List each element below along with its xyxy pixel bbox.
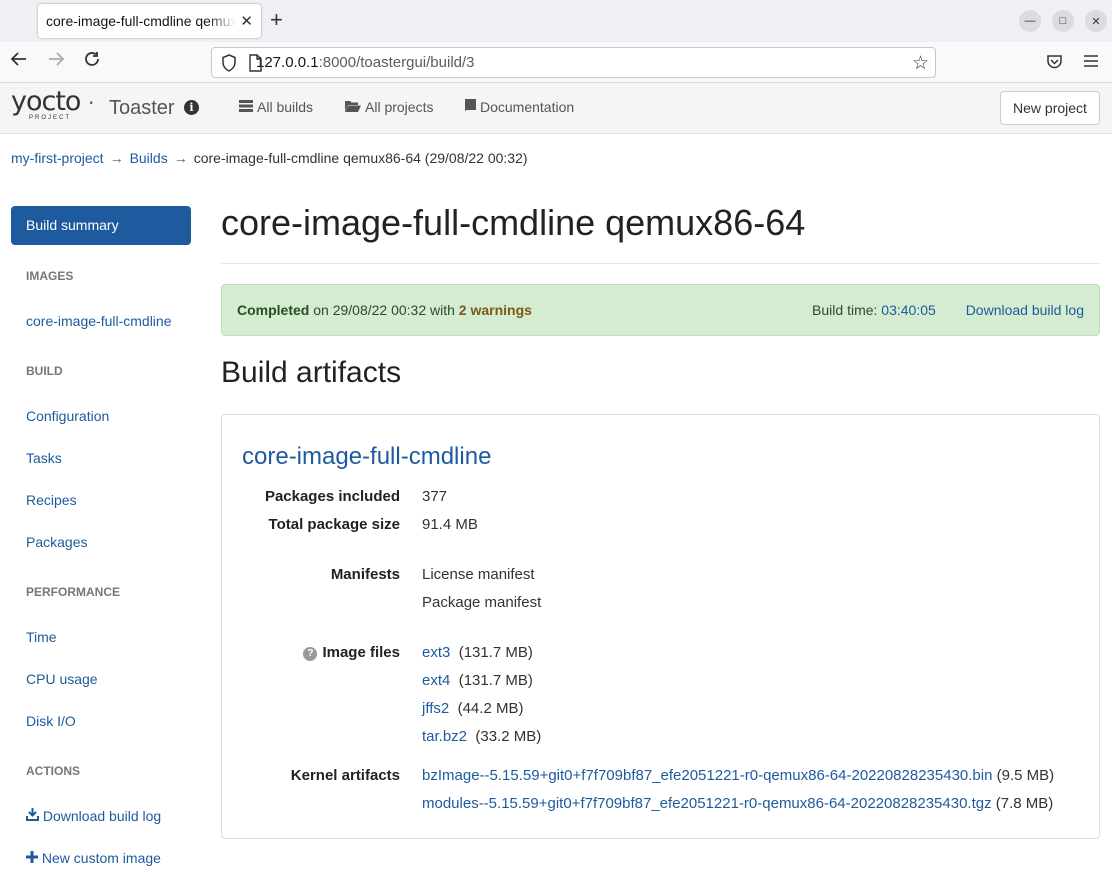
tasks-icon [239, 99, 253, 115]
download-icon [26, 808, 39, 824]
book-icon [464, 99, 476, 115]
title-divider [221, 263, 1100, 264]
sidebar-item-packages[interactable]: Packages [26, 534, 87, 550]
close-tab-icon[interactable]: ✕ [240, 12, 253, 30]
page-icon[interactable] [248, 54, 262, 75]
url-text: 127.0.0.1:8000/toastergui/build/3 [256, 54, 475, 71]
artifacts-heading: Build artifacts [221, 356, 402, 389]
sidebar-heading-performance: PERFORMANCE [26, 585, 121, 599]
app-title[interactable]: Toaster [109, 97, 175, 120]
download-build-log-link[interactable]: Download build log [966, 302, 1084, 318]
close-window-icon[interactable]: ✕ [1085, 10, 1107, 32]
nav-documentation[interactable]: Documentation [464, 99, 574, 115]
sidebar-item-build-summary[interactable]: Build summary [11, 206, 191, 245]
breadcrumb-separator: → [109, 150, 124, 166]
size-value: 91.4 MB [422, 516, 478, 533]
info-icon[interactable]: i [184, 100, 199, 115]
image-file-link[interactable]: ext4 [422, 672, 450, 689]
new-project-button[interactable]: New project [1000, 91, 1100, 125]
back-icon[interactable] [10, 50, 28, 74]
pocket-icon[interactable] [1046, 52, 1063, 76]
sidebar-action-new-custom-image[interactable]: New custom image [26, 850, 161, 866]
sidebar-heading-images: IMAGES [26, 269, 74, 283]
status-label: Completed [237, 302, 310, 318]
kernel-artifact-link[interactable]: bzImage--5.15.59+git0+f7f709bf87_efe2051… [422, 767, 992, 784]
toaster-header: yocto · PROJECT Toaster i All builds All… [0, 83, 1112, 134]
image-file-item: ext3 (131.7 MB) [422, 644, 533, 661]
breadcrumb-current: core-image-full-cmdline qemux86-64 (29/0… [193, 150, 528, 166]
build-status-alert: Completed on 29/08/22 00:32 with 2 warni… [221, 284, 1100, 336]
folder-open-icon [345, 100, 361, 115]
image-file-item: tar.bz2 (33.2 MB) [422, 728, 542, 745]
browser-tab-bar: core-image-full-cmdline qemux86-64 ✕ + —… [0, 0, 1112, 42]
build-time-label: Build time: [812, 302, 878, 318]
build-time-area: Build time: 03:40:05 Download build log [812, 302, 1084, 318]
breadcrumb-separator: → [173, 150, 188, 166]
artifacts-panel: core-image-full-cmdline Packages include… [221, 414, 1100, 839]
image-file-link[interactable]: ext3 [422, 644, 450, 661]
kernel-artifacts-label: Kernel artifacts [290, 767, 400, 784]
breadcrumb: my-first-project → Builds → core-image-f… [11, 150, 528, 166]
breadcrumb-builds[interactable]: Builds [130, 150, 168, 166]
image-file-item: ext4 (131.7 MB) [422, 672, 533, 689]
forward-icon[interactable] [47, 50, 65, 74]
build-status-text: Completed on 29/08/22 00:32 with 2 warni… [237, 302, 532, 318]
sidebar-item-configuration[interactable]: Configuration [26, 408, 109, 424]
reload-icon[interactable] [83, 50, 101, 74]
image-file-link[interactable]: tar.bz2 [422, 728, 467, 745]
package-manifest-link[interactable]: Package manifest [422, 594, 541, 611]
nav-all-builds[interactable]: All builds [239, 99, 313, 115]
shield-icon[interactable] [221, 54, 237, 75]
sidebar-item-disk-io[interactable]: Disk I/O [26, 713, 76, 729]
kernel-artifact-item: bzImage--5.15.59+git0+f7f709bf87_efe2051… [422, 767, 1055, 784]
plus-icon [26, 850, 38, 866]
browser-navbar: 127.0.0.1:8000/toastergui/build/3 ☆ [0, 42, 1112, 83]
yocto-logo[interactable]: yocto · PROJECT [11, 87, 94, 122]
status-date: on 29/08/22 00:32 with [313, 302, 455, 318]
packages-count-link[interactable]: 377 [422, 488, 447, 505]
license-manifest-link[interactable]: License manifest [422, 566, 535, 583]
sidebar-action-download-log[interactable]: Download build log [26, 808, 161, 824]
image-files-label: ? Image files [303, 644, 400, 661]
kernel-artifact-link[interactable]: modules--5.15.59+git0+f7f709bf87_efe2051… [422, 795, 992, 812]
packages-label: Packages included [264, 488, 400, 505]
image-file-link[interactable]: jffs2 [422, 700, 449, 717]
new-tab-icon[interactable]: + [270, 9, 283, 31]
sidebar-item-recipes[interactable]: Recipes [26, 492, 77, 508]
minimize-icon[interactable]: — [1019, 10, 1041, 32]
size-label: Total package size [268, 516, 400, 533]
address-bar[interactable]: 127.0.0.1:8000/toastergui/build/3 ☆ [211, 47, 936, 78]
image-name-link[interactable]: core-image-full-cmdline [242, 443, 491, 471]
page-title: core-image-full-cmdline qemux86-64 [221, 202, 806, 243]
build-time-link[interactable]: 03:40:05 [881, 302, 936, 318]
warnings-link[interactable]: 2 warnings [459, 302, 532, 318]
sidebar-item-tasks[interactable]: Tasks [26, 450, 62, 466]
sidebar-item-cpu-usage[interactable]: CPU usage [26, 671, 98, 687]
bookmark-star-icon[interactable]: ☆ [912, 52, 929, 75]
image-file-item: jffs2 (44.2 MB) [422, 700, 524, 717]
manifests-label: Manifests [330, 566, 400, 583]
maximize-icon[interactable]: □ [1052, 10, 1074, 32]
sidebar: Build summary IMAGES core-image-full-cmd… [11, 206, 191, 866]
nav-all-projects[interactable]: All projects [345, 99, 433, 115]
sidebar-heading-actions: ACTIONS [26, 764, 80, 778]
breadcrumb-project[interactable]: my-first-project [11, 150, 104, 166]
sidebar-item-time[interactable]: Time [26, 629, 57, 645]
menu-icon[interactable] [1083, 51, 1099, 75]
browser-tab[interactable]: core-image-full-cmdline qemux86-64 ✕ [38, 4, 261, 38]
kernel-artifact-item: modules--5.15.59+git0+f7f709bf87_efe2051… [422, 795, 1054, 812]
sidebar-item-image[interactable]: core-image-full-cmdline [26, 313, 172, 329]
question-icon[interactable]: ? [303, 647, 318, 661]
tab-title: core-image-full-cmdline qemux86-64 [46, 13, 237, 29]
sidebar-heading-build: BUILD [26, 364, 63, 378]
